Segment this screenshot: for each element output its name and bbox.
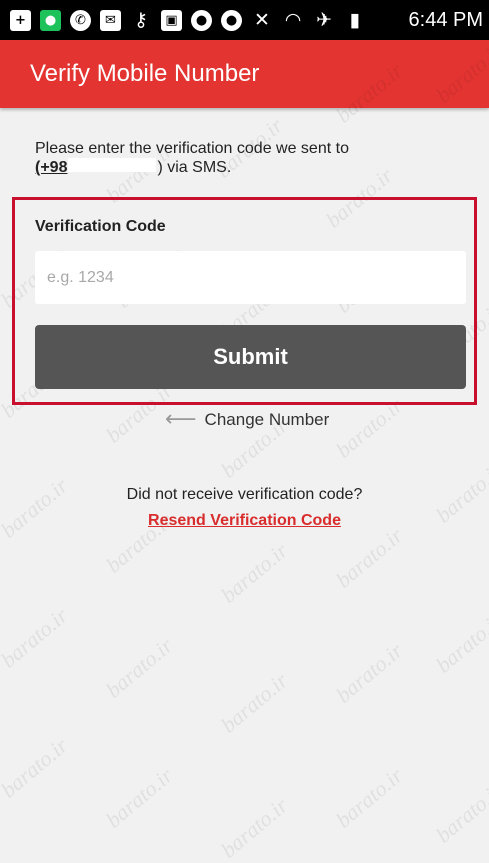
intro-text: Please enter the verification code we se… [35,140,349,157]
watermark-text: barato.ir [330,637,408,708]
watermark-text: barato.ir [0,602,73,673]
watermark-text: barato.ir [330,522,408,593]
watermark-text: barato.ir [430,607,489,678]
whatsapp-icon: ✆ [70,9,91,31]
page-title: Verify Mobile Number [30,60,260,87]
via-sms-text: via SMS. [167,159,232,176]
message-icon: ✉ [100,9,121,31]
change-number-link[interactable]: ⟵ Change Number [165,407,330,432]
status-time: 6:44 PM [408,8,483,31]
watermark-text: barato.ir [100,762,178,833]
plus-square-icon: + [10,9,31,31]
phone-redaction [68,158,157,172]
watermark-text: barato.ir [215,792,293,863]
watermark-text: barato.ir [100,632,178,703]
app-bar: Verify Mobile Number [0,40,489,108]
battery-icon: ▮ [349,9,361,31]
watermark-text: barato.ir [215,537,293,608]
airplane-icon: ✈ [316,9,332,31]
watermark-text: barato.ir [215,667,293,738]
phone-line: (+98) via SMS. [35,158,349,177]
submit-button[interactable]: Submit [35,325,466,389]
left-arrow-icon: ⟵ [165,407,197,432]
phone-number-prefix: (+98 [35,159,68,176]
key-icon: ⚷ [134,9,148,31]
change-number-label: Change Number [204,410,330,429]
watermark-text: barato.ir [0,472,73,543]
wifi-icon: ◠ [285,9,301,31]
verification-code-label: Verification Code [35,218,166,235]
resend-question: Did not receive verification code? [126,486,363,503]
status-bar: + ● ✆ ✉ ⚷ ▣ ● ● ✕ ◠ ✈ ▮ 6:44 PM [0,0,489,40]
resend-code-link[interactable]: Resend Verification Code [0,512,489,530]
image-icon: ▣ [161,9,182,31]
line-chat-icon: ● [221,9,242,31]
watermark-text: barato.ir [330,762,408,833]
mute-icon: ✕ [254,9,270,31]
watermark-text: barato.ir [0,732,73,803]
watermark-text: barato.ir [430,777,489,848]
line-app-icon: ● [191,9,212,31]
status-icons: + ● ✆ ✉ ⚷ ▣ ● ● ✕ ◠ ✈ ▮ [10,9,403,31]
verification-code-input[interactable] [35,251,466,304]
phone-number-suffix: ) [157,159,163,176]
verification-intro: Please enter the verification code we se… [35,139,349,177]
green-app-icon: ● [40,9,61,31]
